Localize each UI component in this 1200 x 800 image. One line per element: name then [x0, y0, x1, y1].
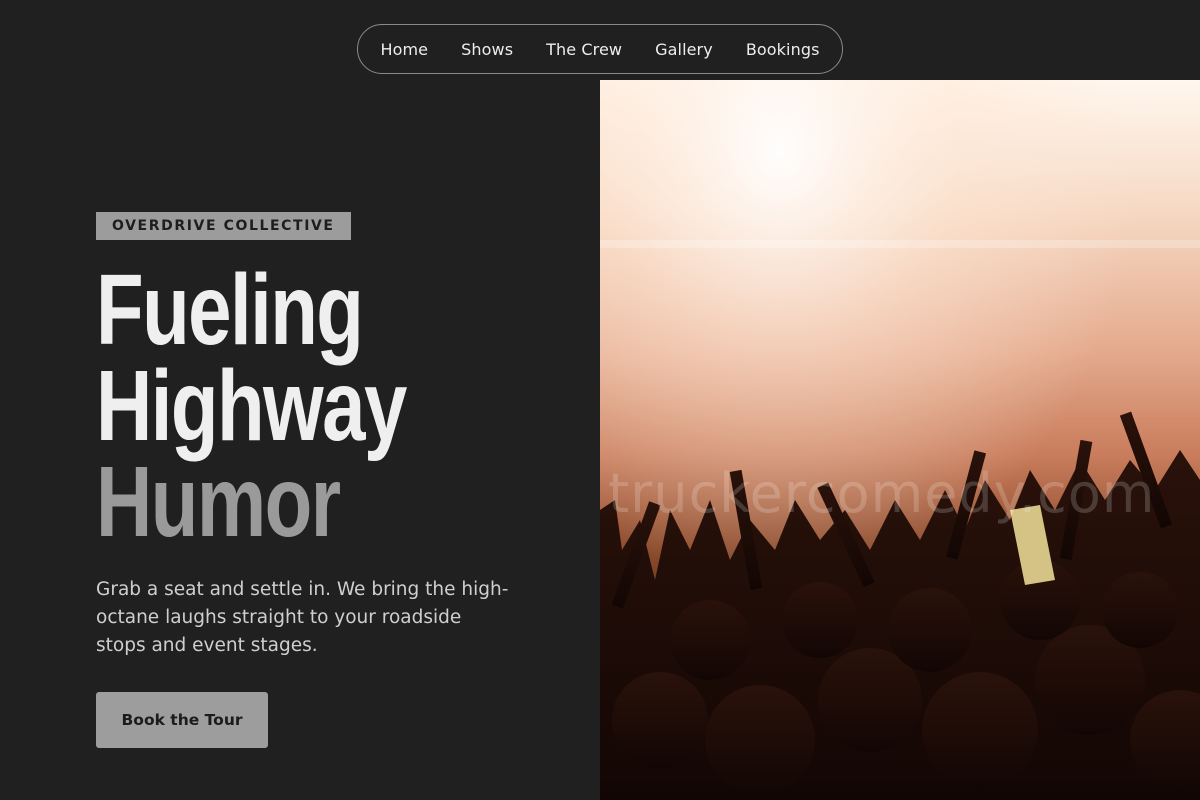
- nav-shows-link[interactable]: Shows: [461, 40, 513, 59]
- brand-tag: OVERDRIVE COLLECTIVE: [96, 212, 351, 240]
- concert-crowd-photo: truckercomedy.com: [600, 80, 1200, 800]
- crowd-illustration: [600, 80, 1200, 800]
- nav-crew-link[interactable]: The Crew: [546, 40, 622, 59]
- nav-bookings-link[interactable]: Bookings: [746, 40, 820, 59]
- headline-line-3: Humor: [96, 446, 341, 558]
- headline-line-1: Fueling: [96, 254, 364, 366]
- hero-text: OVERDRIVE COLLECTIVE Fueling Highway Hum…: [96, 212, 556, 660]
- watermark-text: truckercomedy.com: [608, 462, 1156, 525]
- main-nav: Home Shows The Crew Gallery Bookings: [357, 24, 843, 74]
- hero-headline: Fueling Highway Humor: [96, 254, 556, 558]
- hero-lead: Grab a seat and settle in. We bring the …: [96, 579, 509, 656]
- nav-gallery-link[interactable]: Gallery: [655, 40, 713, 59]
- headline-line-2: Highway: [96, 350, 407, 462]
- nav-home-link[interactable]: Home: [380, 40, 428, 59]
- book-tour-button[interactable]: Book the Tour: [96, 692, 268, 748]
